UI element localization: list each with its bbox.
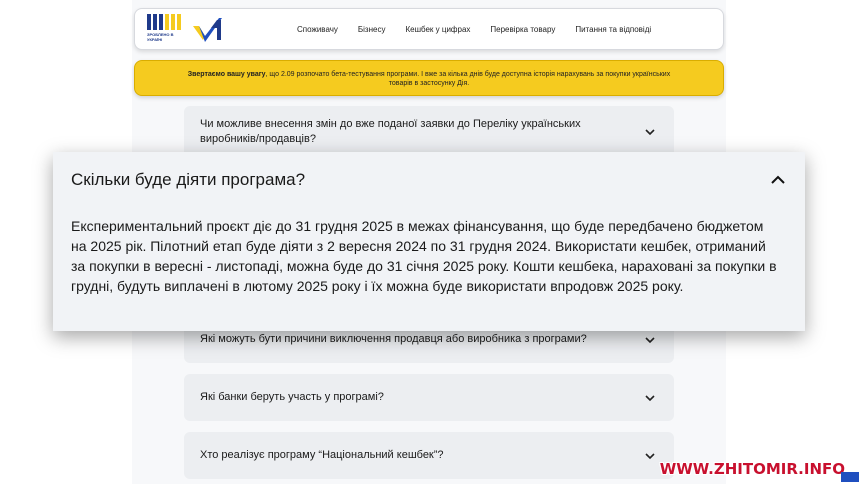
chevron-down-icon — [642, 124, 658, 140]
nav-business[interactable]: Бізнесу — [358, 25, 386, 34]
notice-text: , що 2.09 розпочато бета-тестування прог… — [265, 71, 671, 87]
notice-bold: Звертаємо вашу увагу — [187, 71, 266, 78]
nav-consumer[interactable]: Споживачу — [297, 25, 338, 34]
main-nav: Споживачу Бізнесу Кешбек у цифрах Переві… — [297, 25, 671, 34]
faq-expanded-header[interactable]: Скільки буде діяти програма? — [71, 152, 787, 208]
faq-question: Хто реалізує програму “Національний кешб… — [200, 449, 444, 461]
faq-question: Які банки беруть участь у програмі? — [200, 391, 384, 403]
nav-cashback-stats[interactable]: Кешбек у цифрах — [405, 25, 470, 34]
beta-notice-banner: Звертаємо вашу увагу, що 2.09 розпочато … — [134, 60, 724, 96]
faq-item-program-duration-expanded: Скільки буде діяти програма? Експеримент… — [53, 152, 805, 331]
nav-product-check[interactable]: Перевірка товару — [490, 25, 555, 34]
chevron-down-icon — [642, 332, 658, 348]
logo[interactable]: ЗРОБЛЕНО В УКРАЇНІ — [147, 14, 267, 44]
nav-faq[interactable]: Питання та відповіді — [575, 25, 651, 34]
faq-item-banks[interactable]: Які банки беруть участь у програмі? — [184, 374, 674, 421]
faq-item-implementer[interactable]: Хто реалізує програму “Національний кешб… — [184, 432, 674, 479]
site-watermark: WWW.ZHITOMIR.INFO — [659, 460, 845, 478]
made-in-ukraine-logo: ЗРОБЛЕНО В УКРАЇНІ — [147, 14, 183, 44]
faq-expanded-title: Скільки буде діяти програма? — [71, 170, 306, 189]
checkmark-logo-icon — [193, 18, 222, 42]
faq-item-edit-application[interactable]: Чи можливе внесення змін до вже поданої … — [184, 106, 674, 158]
faq-question: Чи можливе внесення змін до вже поданої … — [200, 118, 581, 145]
chevron-up-icon[interactable] — [769, 171, 787, 189]
logo-text: ЗРОБЛЕНО В УКРАЇНІ — [147, 32, 174, 42]
logo-bars-icon — [147, 14, 181, 30]
faq-expanded-answer: Експериментальний проєкт діє до 31 грудн… — [71, 218, 777, 294]
screen: ЗРОБЛЕНО В УКРАЇНІ Споживачу Бізнесу Кеш… — [0, 0, 859, 484]
site-header: ЗРОБЛЕНО В УКРАЇНІ Споживачу Бізнесу Кеш… — [134, 8, 724, 50]
watermark-badge-icon — [841, 472, 859, 482]
chevron-down-icon — [642, 390, 658, 406]
chevron-down-icon — [642, 448, 658, 464]
faq-question: Які можуть бути причини виключення прода… — [200, 333, 587, 345]
